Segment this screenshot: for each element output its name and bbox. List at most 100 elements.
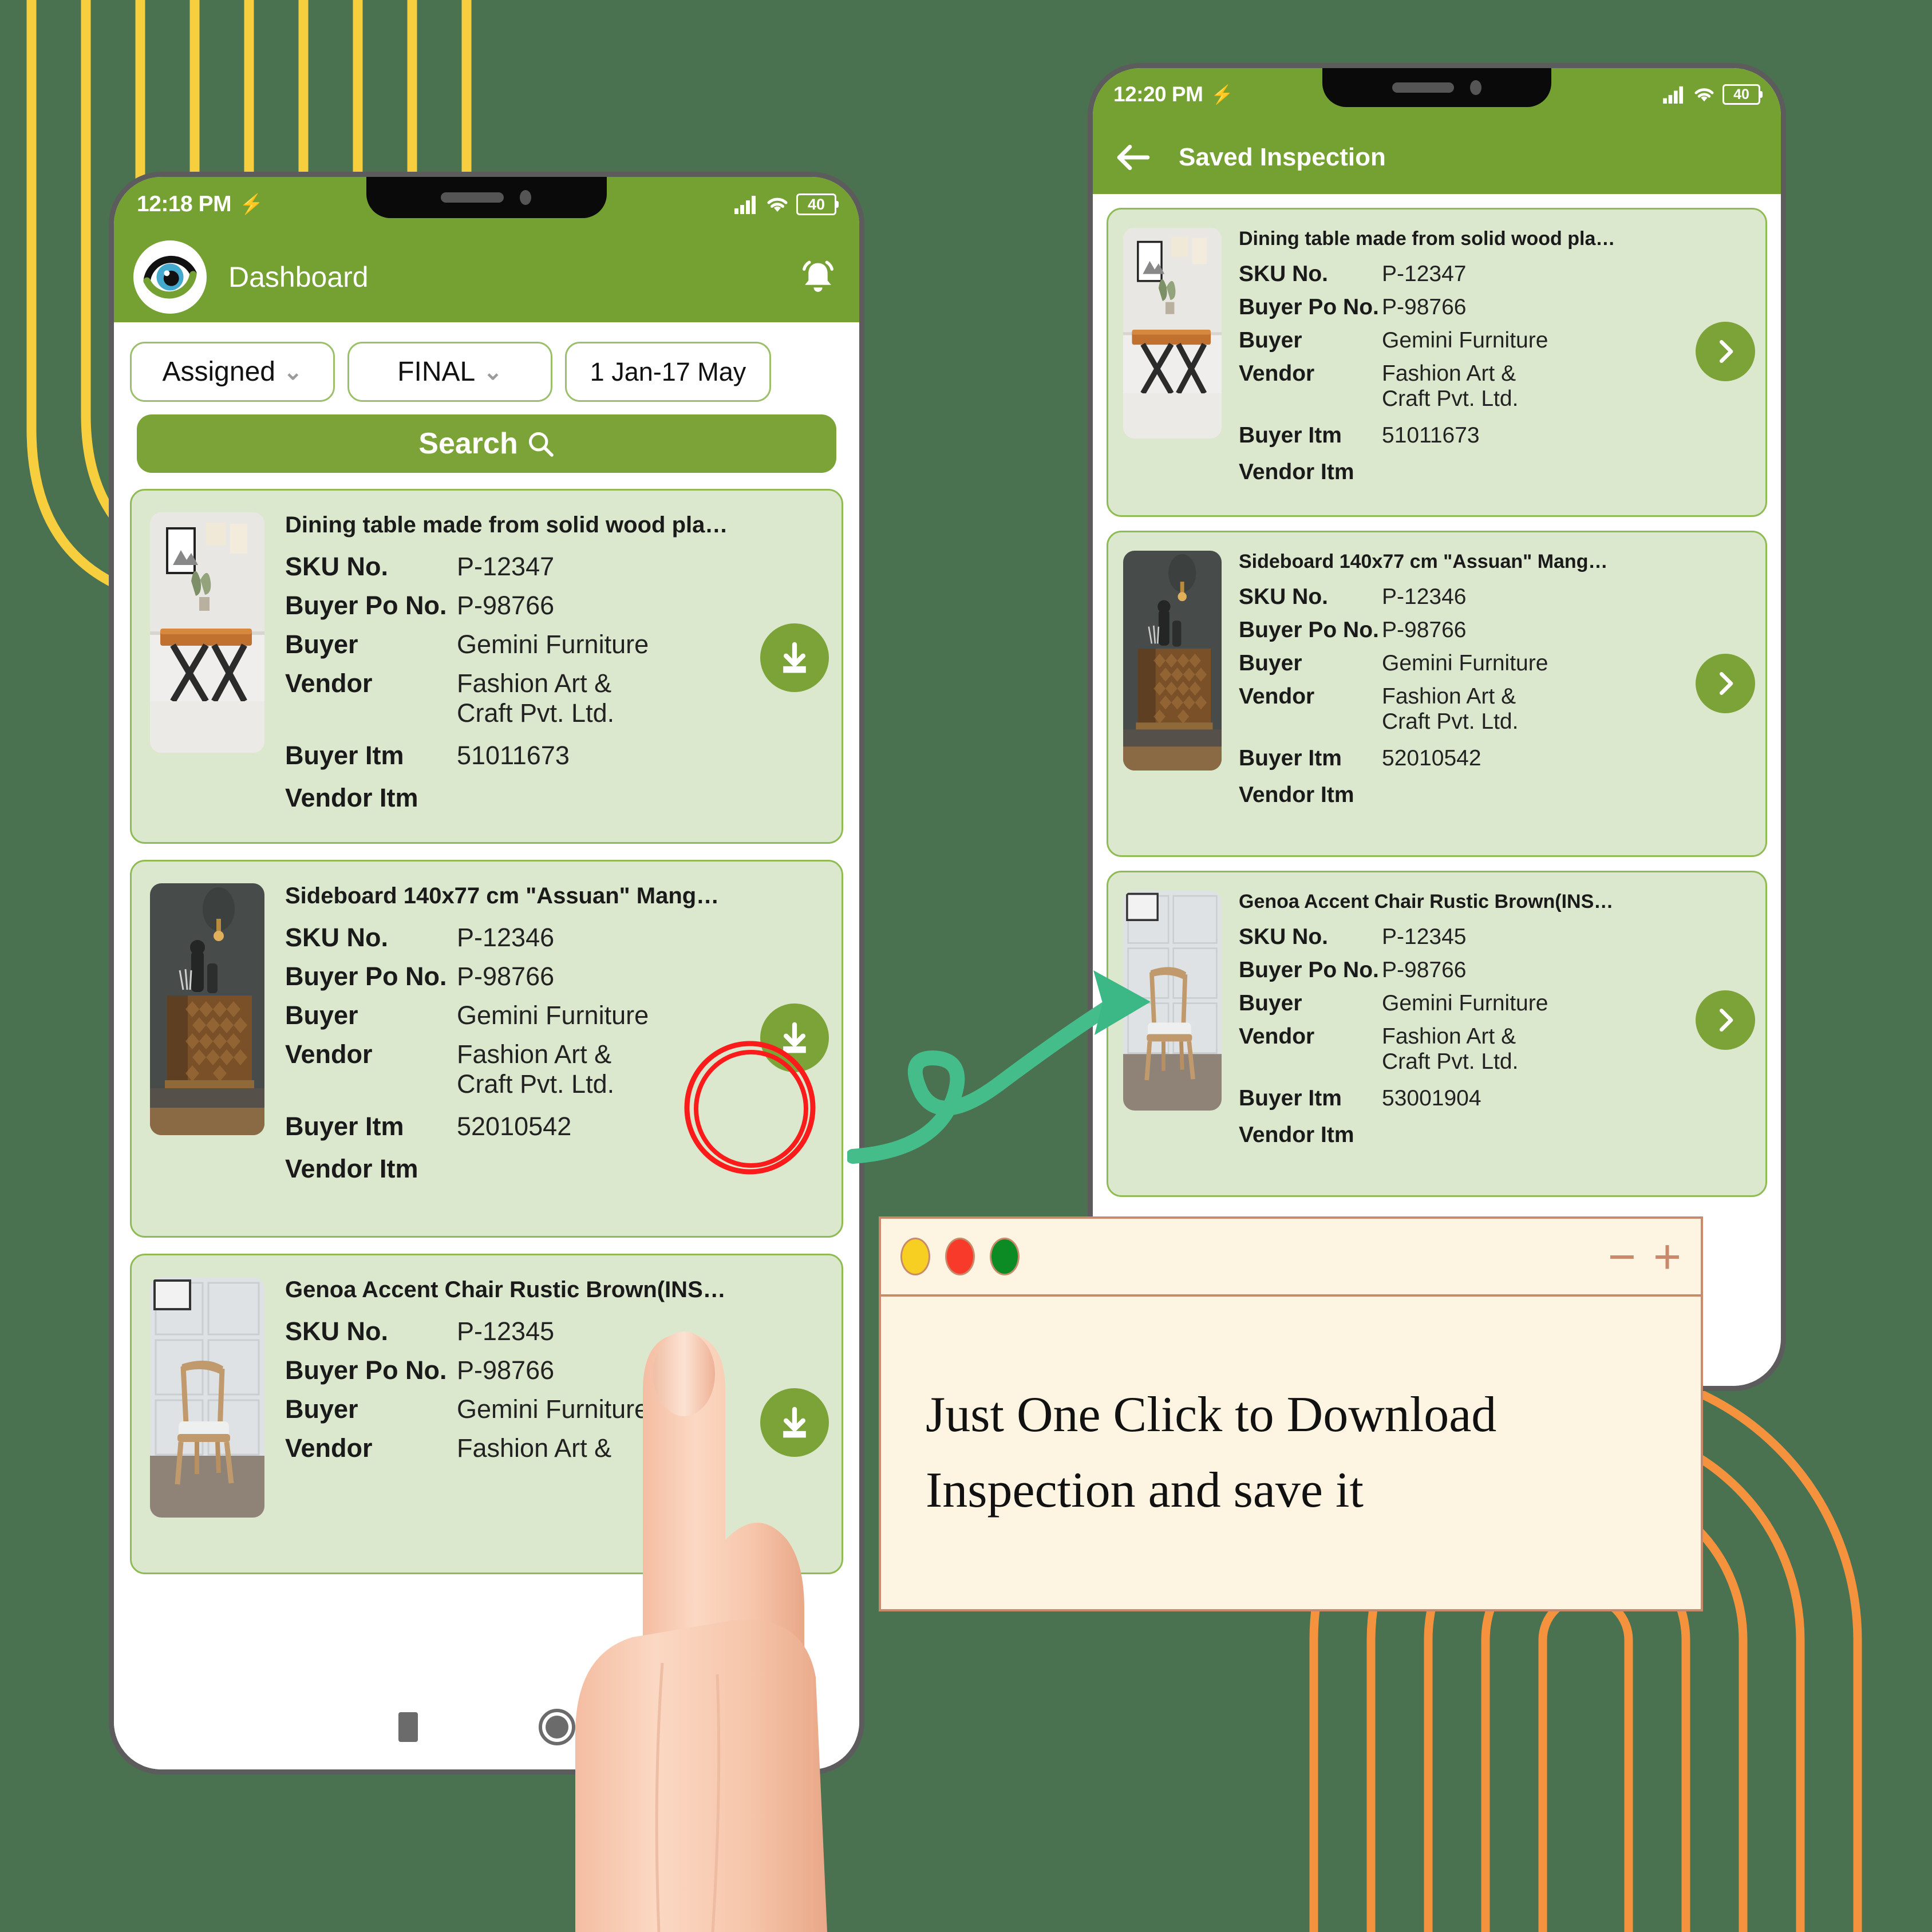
saved-inspection-card[interactable]: Dining table made from solid wood pla… S… (1107, 208, 1767, 517)
field-buyer-label: Buyer (1239, 651, 1302, 675)
battery-level: 40 (1733, 86, 1749, 102)
field-vendor: Vendor Fashion Art & Craft Pvt. Ltd. (1239, 361, 1751, 412)
field-vendor-value-line2: Craft Pvt. Ltd. (1382, 709, 1519, 734)
download-button[interactable] (760, 623, 829, 692)
page-title: Dashboard (228, 261, 369, 293)
field-vendor-value-line2: Craft Pvt. Ltd. (1382, 1049, 1519, 1074)
card-details: Sideboard 140x77 cm "Assuan" Mang… SKU N… (1222, 551, 1751, 837)
front-camera-icon (1470, 80, 1481, 95)
caption-line-2: Inspection and save it (926, 1463, 1364, 1518)
field-buyer-itm-value: 51011673 (1382, 423, 1480, 448)
field-vendor-label: Vendor (285, 1040, 373, 1069)
field-vendor-itm: Vendor Itm (1239, 460, 1751, 485)
field-sku-label: SKU No. (285, 923, 388, 952)
phone-right-app-bar: Saved Inspection (1093, 121, 1781, 194)
inspection-card[interactable]: Dining table made from solid wood pla… S… (130, 489, 843, 844)
window-dot-red[interactable] (945, 1238, 975, 1275)
caption-window: − + Just One Click to Download Inspectio… (879, 1216, 1703, 1611)
open-details-button[interactable] (1696, 654, 1755, 713)
chevron-right-icon (1720, 672, 1733, 695)
recents-button[interactable] (398, 1712, 418, 1742)
phone-left-power-button[interactable] (109, 578, 110, 698)
field-vendor-label: Vendor (1239, 1024, 1315, 1049)
field-po-label: Buyer Po No. (285, 962, 447, 991)
field-po-value: P-98766 (457, 591, 555, 620)
field-vendor-label: Vendor (285, 1433, 373, 1463)
field-sku-label: SKU No. (285, 1317, 388, 1346)
field-buyer-itm: Buyer Itm 53001904 (1239, 1086, 1751, 1111)
field-po: Buyer Po No. P-98766 (1239, 295, 1751, 320)
phone-right-power-button[interactable] (1088, 377, 1089, 492)
download-icon (783, 642, 806, 673)
field-sku-label: SKU No. (1239, 584, 1328, 609)
field-buyer-itm-value: 51011673 (457, 741, 570, 770)
field-sku-label: SKU No. (285, 552, 388, 581)
battery-icon: 40 (1722, 84, 1760, 105)
field-buyer-value: Gemini Furniture (1382, 651, 1548, 675)
field-buyer-label: Buyer (1239, 328, 1302, 353)
field-po-value: P-98766 (1382, 295, 1467, 319)
back-arrow-icon[interactable] (1116, 143, 1151, 172)
wifi-icon (767, 197, 788, 212)
status-time: 12:18 PM (137, 192, 232, 216)
field-buyer-itm-value: 52010542 (1382, 746, 1481, 771)
eye-logo-icon[interactable] (133, 240, 207, 314)
open-details-button[interactable] (1696, 990, 1755, 1050)
field-vendor-value-line1: Fashion Art & (1382, 684, 1516, 709)
field-vendor-itm-label: Vendor Itm (1239, 460, 1354, 484)
filter-final-label: FINAL (397, 357, 476, 387)
filter-assigned-dropdown[interactable]: Assigned ⌄ (130, 342, 335, 402)
field-buyer-itm-label: Buyer Itm (285, 741, 404, 770)
window-dot-yellow[interactable] (900, 1238, 930, 1275)
field-buyer: Buyer Gemini Furniture (1239, 651, 1751, 676)
caption-window-body: Just One Click to Download Inspection an… (881, 1297, 1701, 1609)
product-thumbnail (150, 883, 264, 1135)
phone-left-volume-button[interactable] (109, 446, 110, 526)
product-thumbnail (1123, 551, 1222, 771)
signal-bars-icon (1663, 86, 1684, 104)
field-vendor-value-line1: Fashion Art & (1382, 1024, 1516, 1049)
field-sku: SKU No. P-12346 (1239, 584, 1751, 610)
field-vendor-label: Vendor (285, 669, 373, 698)
field-po: Buyer Po No. P-98766 (1239, 958, 1751, 983)
field-po-label: Buyer Po No. (285, 1356, 447, 1385)
field-buyer-itm-label: Buyer Itm (285, 1112, 404, 1141)
field-buyer-itm-label: Buyer Itm (1239, 1086, 1342, 1111)
field-vendor: Vendor Fashion Art & Craft Pvt. Ltd. (1239, 1024, 1751, 1074)
field-buyer-itm: Buyer Itm 51011673 (1239, 423, 1751, 448)
minimize-icon[interactable]: − (1608, 1232, 1636, 1281)
field-po-value: P-98766 (457, 962, 555, 991)
phone-right-notch (1322, 68, 1551, 107)
notification-bell-icon[interactable] (796, 255, 840, 299)
field-po: Buyer Po No. P-98766 (285, 591, 823, 621)
card-details: Dining table made from solid wood pla… S… (264, 512, 823, 820)
earpiece-speaker-icon (441, 192, 504, 203)
field-po-value: P-98766 (1382, 618, 1467, 642)
maximize-icon[interactable]: + (1653, 1232, 1681, 1281)
filter-daterange-field[interactable]: 1 Jan-17 May (565, 342, 771, 402)
field-vendor-itm-label: Vendor Itm (285, 783, 418, 812)
field-buyer-itm: Buyer Itm 52010542 (1239, 746, 1751, 771)
product-title: Genoa Accent Chair Rustic Brown(INS… (1239, 891, 1614, 912)
field-vendor-itm: Vendor Itm (1239, 783, 1751, 808)
phone-right-volume-button[interactable] (1088, 257, 1089, 331)
field-vendor-label: Vendor (1239, 684, 1315, 709)
chevron-down-icon: ⌄ (283, 359, 303, 385)
field-buyer-label: Buyer (285, 1001, 358, 1030)
field-po-value: P-98766 (1382, 958, 1467, 982)
filter-daterange-label: 1 Jan-17 May (590, 357, 746, 386)
caption-line-1: Just One Click to Download (926, 1387, 1497, 1443)
field-vendor-value-line2: Craft Pvt. Ltd. (457, 1069, 615, 1099)
search-button[interactable]: Search (137, 414, 836, 473)
field-vendor-value-line1: Fashion Art & (457, 1040, 612, 1069)
chevron-right-icon (1720, 1009, 1733, 1032)
field-sku-label: SKU No. (1239, 924, 1328, 949)
filter-final-dropdown[interactable]: FINAL ⌄ (347, 342, 552, 402)
field-po-label: Buyer Po No. (285, 591, 447, 620)
open-details-button[interactable] (1696, 322, 1755, 381)
field-po: Buyer Po No. P-98766 (285, 962, 823, 991)
field-buyer-label: Buyer (1239, 991, 1302, 1016)
field-buyer: Buyer Gemini Furniture (1239, 991, 1751, 1016)
window-dot-green[interactable] (990, 1238, 1020, 1275)
product-title: Dining table made from solid wood pla… (285, 512, 728, 538)
